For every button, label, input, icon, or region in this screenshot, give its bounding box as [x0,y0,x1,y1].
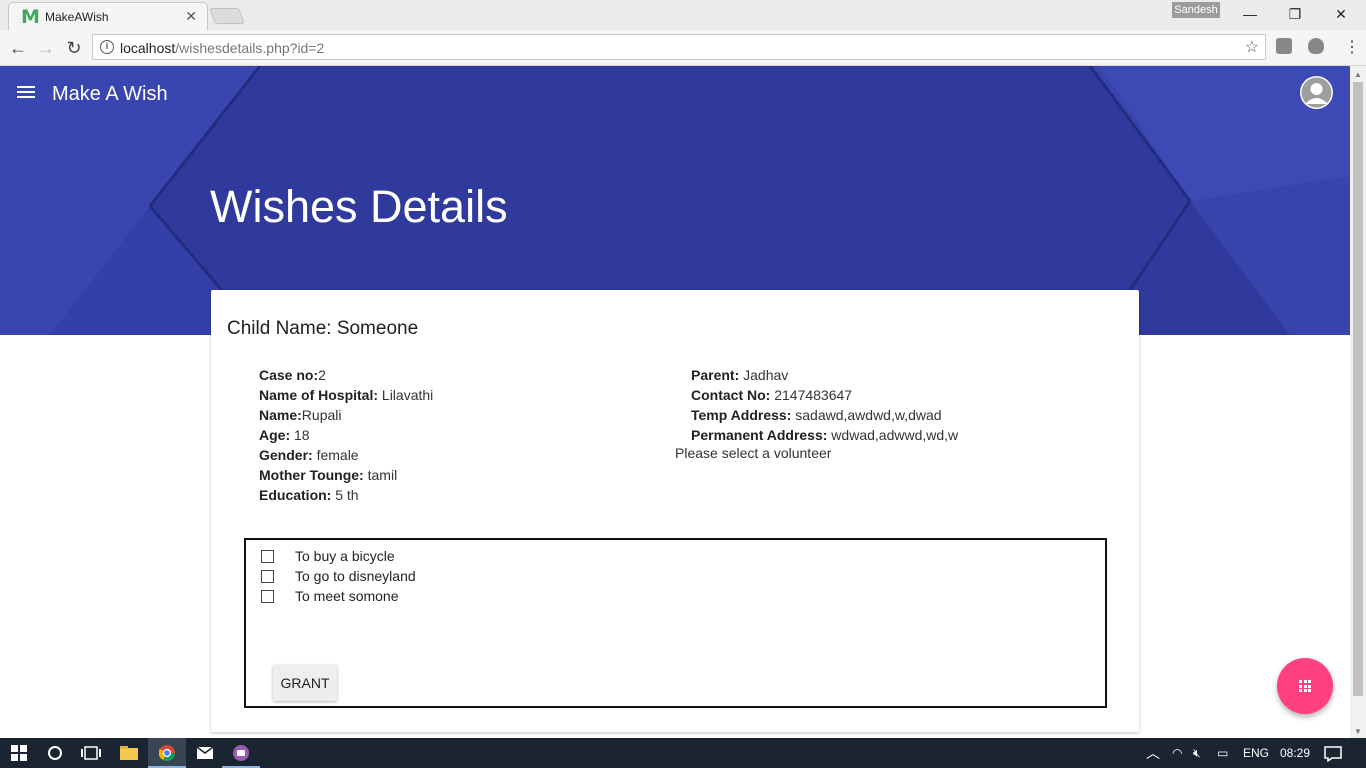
scroll-up-icon[interactable]: ▲ [1354,70,1362,79]
field-gender: Gender: female [259,447,359,463]
field-case-no: Case no:2 [259,367,326,383]
extension-icon[interactable] [1276,38,1292,54]
field-education: Education: 5 th [259,487,359,503]
child-name: Child Name: Someone [227,318,419,339]
forward-icon[interactable]: → [35,37,57,59]
notification-icon[interactable] [1324,738,1342,768]
field-hospital: Name of Hospital: Lilavathi [259,387,434,403]
field-parent: Parent: Jadhav [691,367,789,383]
new-tab-button[interactable] [209,8,245,24]
field-permanent-address: Permanent Address: wdwad,adwwd,wd,w [691,427,959,443]
profile-chip[interactable]: Sandesh [1172,2,1220,18]
tab-close-icon[interactable]: ✕ [185,8,197,25]
shield-extension-icon[interactable] [1308,38,1324,54]
browser-tab[interactable]: M MakeAWish ✕ [8,2,208,30]
grant-button[interactable]: GRANT [273,665,337,701]
page-scrollbar[interactable]: ▲ ▼ [1350,66,1366,738]
field-name: Name:Rupali [259,407,342,423]
close-window-button[interactable]: ✕ [1329,4,1353,24]
volume-icon[interactable]: 🔇︎ [1193,738,1201,768]
info-icon[interactable]: i [100,40,114,54]
url-path: /wishesdetails.php?id=2 [175,40,325,56]
task-view-icon[interactable] [72,738,110,768]
address-bar[interactable]: i localhost/wishesdetails.php?id=2 ☆ [92,34,1266,60]
windows-start-icon[interactable] [0,738,38,768]
clock[interactable]: 08:29 [1280,738,1310,768]
more-menu-icon[interactable]: ⋮ [1344,38,1360,58]
field-contact: Contact No: 2147483647 [691,387,853,403]
wish-list-box: To buy a bicycle To go to disneyland To … [244,538,1107,708]
brand-title[interactable]: Make A Wish [52,83,168,106]
wish-checkbox[interactable] [261,550,274,563]
url-host: localhost [120,40,176,56]
field-age: Age: 18 [259,427,310,443]
avatar-icon[interactable] [1300,76,1333,109]
battery-icon[interactable]: ▭ [1217,738,1228,768]
browser-tabbar: M MakeAWish ✕ Sandesh — ❐ ✕ [0,0,1366,30]
wish-label: To meet somone [295,588,399,604]
browser-toolbar: ← → ↻ i localhost/wishesdetails.php?id=2… [0,30,1366,66]
wish-label: To go to disneyland [295,568,416,584]
tray-up-arrow-icon[interactable]: ︿ [1146,738,1160,768]
child-info-left: Case no:2 Name of Hospital: Lilavathi Na… [259,365,433,505]
menu-icon[interactable] [17,86,35,100]
scroll-down-icon[interactable]: ▼ [1354,727,1362,736]
file-explorer-icon[interactable] [110,738,148,768]
app-icon[interactable] [222,738,260,768]
url-text: localhost/wishesdetails.php?id=2 [120,40,324,56]
chrome-icon[interactable] [148,738,186,768]
taskbar: ︿ ◠ 🔇︎ ▭ ENG 08:29 [0,738,1366,768]
site-favicon-icon: M [21,6,40,28]
apps-grid-icon [1299,680,1311,692]
wifi-icon[interactable]: ◠ [1172,738,1182,768]
field-temp-address: Temp Address: sadawd,awdwd,w,dwad [691,407,942,423]
wish-checkbox[interactable] [261,590,274,603]
field-mother-tongue: Mother Tounge: tamil [259,467,398,483]
wish-checkbox[interactable] [261,570,274,583]
reload-icon[interactable]: ↻ [63,37,85,59]
scrollbar-thumb[interactable] [1353,82,1363,696]
wish-label: To buy a bicycle [295,548,395,564]
minimize-button[interactable]: — [1238,4,1262,24]
page-title: Wishes Details [210,181,508,232]
star-icon[interactable]: ☆ [1245,37,1259,57]
child-info-right: Parent: Jadhav Contact No: 2147483647 Te… [691,365,958,445]
mail-icon[interactable] [186,738,224,768]
volunteer-note: Please select a volunteer [675,445,832,461]
back-icon[interactable]: ← [7,37,29,59]
restore-button[interactable]: ❐ [1283,4,1307,24]
apps-fab-button[interactable] [1277,658,1333,714]
details-card: Child Name: Someone Case no:2 Name of Ho… [211,290,1139,732]
search-circle-icon[interactable] [36,738,74,768]
language-indicator[interactable]: ENG [1243,738,1269,768]
tab-title: MakeAWish [45,10,109,24]
